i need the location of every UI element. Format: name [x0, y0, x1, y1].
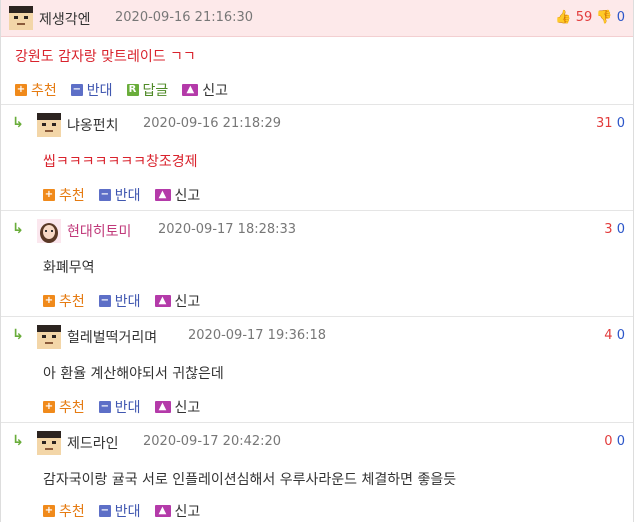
report-button[interactable]: ▲ 신고: [182, 80, 228, 100]
avatar: [37, 113, 61, 137]
report-icon: ▲: [154, 401, 171, 413]
downvote-count: 0: [616, 10, 625, 25]
reply-item: ↳ 제드라인 2020-09-17 20:42:20 0 0 감자국이랑 귤국 …: [1, 422, 633, 523]
recommend-button[interactable]: + 추천: [43, 185, 85, 205]
plus-icon: +: [43, 505, 55, 517]
vote-counts: 4 0: [604, 328, 625, 343]
upvote-count: 59: [575, 10, 593, 25]
reply-arrow-icon: ↳: [12, 115, 24, 131]
oppose-button[interactable]: − 반대: [98, 291, 141, 311]
oppose-button[interactable]: − 반대: [98, 397, 141, 417]
reply-date: 2020-09-17 20:42:20: [143, 434, 282, 449]
report-button[interactable]: ▲ 신고: [154, 291, 200, 311]
avatar: [37, 219, 61, 243]
thumbs-down-icon: 👎: [596, 10, 613, 25]
avatar: [37, 325, 61, 349]
report-icon: ▲: [154, 189, 171, 201]
reply-author[interactable]: 헐레벌떡거리며: [67, 327, 157, 347]
report-button[interactable]: ▲ 신고: [154, 185, 200, 205]
reply-text: 감자국이랑 귤국 서로 인플레이션심해서 우루사라운드 체결하면 좋을듯: [43, 472, 457, 488]
reply-actions: + 추천 − 반대 ▲ 신고: [43, 291, 200, 311]
reply-item: ↳ 현대히토미 2020-09-17 18:28:33 3 0 화폐무역 + 추천…: [1, 210, 633, 317]
reply-item: ↳ 헐레벌떡거리며 2020-09-17 19:36:18 4 0 아 환율 계…: [1, 316, 633, 423]
vote-counts: 3 0: [604, 222, 625, 237]
minus-icon: −: [98, 295, 111, 307]
reply-author[interactable]: 현대히토미: [67, 221, 131, 241]
reply-button[interactable]: R 답글: [126, 80, 168, 100]
reply-date: 2020-09-17 19:36:18: [188, 328, 327, 343]
comment-actions: + 추천 − 반대 R 답글 ▲ 신고: [15, 80, 228, 100]
recommend-button[interactable]: + 추천: [43, 501, 85, 521]
reply-text: 씹ㅋㅋㅋㅋㅋㅋㅋ창조경제: [43, 154, 198, 170]
comment-date: 2020-09-16 21:16:30: [115, 10, 254, 25]
plus-icon: +: [15, 84, 27, 96]
oppose-button[interactable]: − 반대: [98, 501, 141, 521]
report-button[interactable]: ▲ 신고: [154, 501, 200, 521]
reply-actions: + 추천 − 반대 ▲ 신고: [43, 397, 200, 417]
report-icon: ▲: [182, 84, 199, 96]
minus-icon: −: [98, 505, 111, 517]
reply-arrow-icon: ↳: [12, 433, 24, 449]
reply-icon: R: [126, 84, 139, 96]
comment-author[interactable]: 제생각엔: [39, 9, 91, 29]
comment-text: 강원도 감자랑 맞트레이드 ㄱㄱ: [15, 49, 196, 65]
thumbs-up-icon: 👍: [555, 10, 572, 25]
report-button[interactable]: ▲ 신고: [154, 397, 200, 417]
reply-date: 2020-09-16 21:18:29: [143, 116, 282, 131]
vote-counts: 31 0: [596, 116, 625, 131]
vote-counts: 👍 59 👎 0: [555, 10, 625, 25]
oppose-button[interactable]: − 반대: [98, 185, 141, 205]
reply-actions: + 추천 − 반대 ▲ 신고: [43, 185, 200, 205]
oppose-button[interactable]: − 반대: [70, 80, 113, 100]
minus-icon: −: [98, 189, 111, 201]
vote-counts: 0 0: [604, 434, 625, 449]
minus-icon: −: [70, 84, 83, 96]
reply-actions: + 추천 − 반대 ▲ 신고: [43, 501, 200, 521]
reply-arrow-icon: ↳: [12, 221, 24, 237]
minus-icon: −: [98, 401, 111, 413]
recommend-button[interactable]: + 추천: [15, 80, 57, 100]
reply-date: 2020-09-17 18:28:33: [158, 222, 297, 237]
reply-text: 화폐무역: [43, 260, 95, 276]
plus-icon: +: [43, 189, 55, 201]
main-comment-header: 제생각엔 2020-09-16 21:16:30 👍 59 👎 0: [1, 0, 633, 37]
recommend-button[interactable]: + 추천: [43, 397, 85, 417]
plus-icon: +: [43, 401, 55, 413]
avatar: [37, 431, 61, 455]
recommend-button[interactable]: + 추천: [43, 291, 85, 311]
avatar: [9, 6, 33, 30]
plus-icon: +: [43, 295, 55, 307]
comment-thread: 제생각엔 2020-09-16 21:16:30 👍 59 👎 0 강원도 감자…: [0, 0, 634, 522]
report-icon: ▲: [154, 505, 171, 517]
reply-arrow-icon: ↳: [12, 327, 24, 343]
reply-text: 아 환율 계산해야되서 귀찮은데: [43, 366, 224, 382]
reply-author[interactable]: 제드라인: [67, 433, 119, 453]
reply-item: ↳ 냐옹펀치 2020-09-16 21:18:29 31 0 씹ㅋㅋㅋㅋㅋㅋㅋ…: [1, 104, 633, 211]
report-icon: ▲: [154, 295, 171, 307]
reply-author[interactable]: 냐옹펀치: [67, 115, 119, 135]
